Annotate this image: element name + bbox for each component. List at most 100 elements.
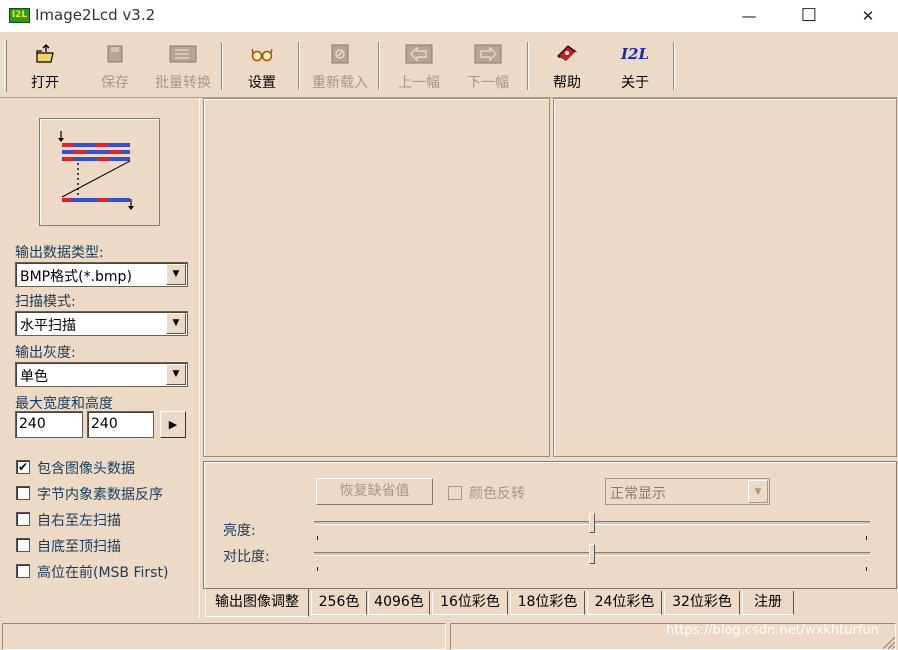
scan-mode-value: 水平扫描 bbox=[20, 318, 76, 334]
tab-256-color[interactable]: 256色 bbox=[311, 591, 367, 615]
scan-direction-diagram bbox=[58, 131, 134, 210]
batch-convert-icon bbox=[169, 45, 197, 63]
brightness-label: 亮度: bbox=[223, 523, 256, 539]
toolbar-separator bbox=[673, 42, 675, 90]
max-size-label: 最大宽度和高度 bbox=[15, 396, 113, 412]
maximize-button[interactable]: ☐ bbox=[786, 0, 832, 32]
minimize-button[interactable]: — bbox=[726, 0, 772, 32]
max-width-field[interactable]: 240 bbox=[15, 411, 83, 438]
image-adjust-panel: 恢复缺省值 颜色反转 正常显示 ▼ 亮度: 对比度: bbox=[203, 461, 897, 589]
open-label: 打开 bbox=[31, 75, 59, 91]
save-label: 保存 bbox=[101, 75, 129, 91]
help-label: 帮助 bbox=[553, 75, 581, 91]
previous-arrow-icon bbox=[405, 44, 433, 64]
help-book-icon bbox=[557, 45, 577, 63]
display-mode-select[interactable]: 正常显示 ▼ bbox=[605, 478, 770, 505]
scan-mode-preview bbox=[39, 118, 160, 226]
output-type-select[interactable]: BMP格式(*.bmp) ▼ bbox=[15, 262, 188, 287]
open-folder-icon bbox=[36, 44, 54, 63]
glasses-icon bbox=[251, 48, 273, 62]
tab-register[interactable]: 注册 bbox=[742, 591, 794, 615]
reload-button[interactable]: 重新载入 bbox=[307, 40, 373, 92]
resize-grip-icon[interactable] bbox=[880, 634, 896, 650]
scan-mode-select[interactable]: 水平扫描 ▼ bbox=[15, 311, 188, 336]
reload-icon bbox=[331, 44, 349, 64]
contrast-thumb[interactable] bbox=[589, 544, 595, 564]
option-checkbox[interactable] bbox=[16, 538, 30, 552]
batch-convert-label: 批量转换 bbox=[155, 75, 211, 91]
close-button[interactable]: ✕ bbox=[845, 0, 891, 32]
about-logo-icon: I2L bbox=[620, 45, 649, 63]
msb-first-label: 高位在前(MSB First) bbox=[37, 565, 169, 581]
save-button[interactable]: 保存 bbox=[84, 40, 146, 92]
invert-color-checkbox[interactable] bbox=[448, 486, 462, 500]
next-image-label: 下一幅 bbox=[467, 75, 509, 91]
restore-defaults-button[interactable]: 恢复缺省值 bbox=[316, 478, 433, 505]
chevron-down-icon[interactable]: ▼ bbox=[166, 364, 186, 385]
option-checkbox[interactable]: ✔ bbox=[16, 460, 30, 474]
max-height-field[interactable]: 240 bbox=[87, 411, 154, 438]
brightness-thumb[interactable] bbox=[589, 513, 595, 533]
toolbar-separator bbox=[527, 42, 529, 90]
apply-size-button[interactable]: ▶ bbox=[160, 411, 186, 438]
gray-level-label: 输出灰度: bbox=[15, 345, 76, 361]
slider-tick bbox=[866, 567, 867, 571]
right-to-left-label: 自右至左扫描 bbox=[37, 513, 121, 529]
save-disk-icon bbox=[107, 45, 123, 63]
toolbar-separator bbox=[378, 42, 380, 90]
output-type-value: BMP格式(*.bmp) bbox=[20, 269, 132, 285]
gray-level-select[interactable]: 单色 ▼ bbox=[15, 362, 188, 387]
chevron-down-icon[interactable]: ▼ bbox=[166, 264, 186, 285]
invert-color-label: 颜色反转 bbox=[469, 486, 525, 502]
tab-32bit-color[interactable]: 32位彩色 bbox=[664, 591, 740, 615]
chevron-down-icon[interactable]: ▼ bbox=[166, 313, 186, 334]
window-title: Image2Lcd v3.2 bbox=[35, 6, 156, 24]
toolbar: 打开 保存 批量转换 设置 重新载入 上一幅 下一幅 帮助 I2L 关于 bbox=[0, 36, 898, 98]
about-label: 关于 bbox=[621, 75, 649, 91]
option-checkbox[interactable] bbox=[16, 564, 30, 578]
output-image-pane bbox=[553, 98, 897, 457]
toolbar-separator bbox=[221, 42, 223, 90]
source-image-pane bbox=[203, 98, 550, 457]
gray-level-value: 单色 bbox=[20, 369, 48, 385]
watermark: https://blog.csdn.net/wxkhturfun bbox=[666, 623, 879, 638]
tab-16bit-color[interactable]: 16位彩色 bbox=[432, 591, 508, 615]
slider-tick bbox=[317, 536, 318, 540]
previous-image-button[interactable]: 上一幅 bbox=[388, 40, 450, 92]
reload-label: 重新载入 bbox=[312, 75, 368, 91]
chevron-down-icon[interactable]: ▼ bbox=[748, 480, 768, 503]
contrast-label: 对比度: bbox=[223, 549, 270, 565]
next-image-button[interactable]: 下一幅 bbox=[457, 40, 519, 92]
slider-tick bbox=[866, 536, 867, 540]
batch-convert-button[interactable]: 批量转换 bbox=[150, 40, 216, 92]
reverse-pixel-label: 字节内象素数据反序 bbox=[37, 487, 163, 503]
tab-4096-color[interactable]: 4096色 bbox=[368, 591, 430, 615]
settings-label: 设置 bbox=[248, 75, 276, 91]
tab-24bit-color[interactable]: 24位彩色 bbox=[587, 591, 662, 615]
display-mode-value: 正常显示 bbox=[610, 486, 666, 502]
include-header-label: 包含图像头数据 bbox=[37, 461, 135, 477]
option-checkbox[interactable] bbox=[16, 512, 30, 526]
open-button[interactable]: 打开 bbox=[14, 40, 76, 92]
help-button[interactable]: 帮助 bbox=[536, 40, 598, 92]
toolbar-separator bbox=[298, 42, 300, 90]
settings-button[interactable]: 设置 bbox=[231, 40, 293, 92]
option-checkbox[interactable] bbox=[16, 486, 30, 500]
status-panel-left bbox=[2, 623, 446, 650]
play-arrow-icon: ▶ bbox=[168, 418, 178, 431]
previous-image-label: 上一幅 bbox=[398, 75, 440, 91]
tab-output-adjust[interactable]: 输出图像调整 bbox=[205, 589, 309, 617]
about-button[interactable]: I2L 关于 bbox=[604, 40, 666, 92]
contrast-slider[interactable] bbox=[314, 544, 870, 577]
title-bar: I2L Image2Lcd v3.2 — ☐ ✕ bbox=[0, 0, 898, 32]
next-arrow-icon bbox=[474, 44, 502, 64]
bottom-to-top-label: 自底至顶扫描 bbox=[37, 539, 121, 555]
tab-18bit-color[interactable]: 18位彩色 bbox=[510, 591, 585, 615]
output-type-label: 输出数据类型: bbox=[15, 245, 104, 261]
scan-mode-label: 扫描模式: bbox=[15, 294, 76, 310]
app-logo-icon: I2L bbox=[9, 8, 30, 23]
brightness-slider[interactable] bbox=[314, 513, 870, 546]
slider-tick bbox=[317, 567, 318, 571]
settings-panel: 输出数据类型: BMP格式(*.bmp) ▼ 扫描模式: 水平扫描 ▼ 输出灰度… bbox=[0, 98, 200, 618]
app-window: I2L Image2Lcd v3.2 — ☐ ✕ 打开 保存 批量转换 设置 重… bbox=[0, 0, 898, 650]
